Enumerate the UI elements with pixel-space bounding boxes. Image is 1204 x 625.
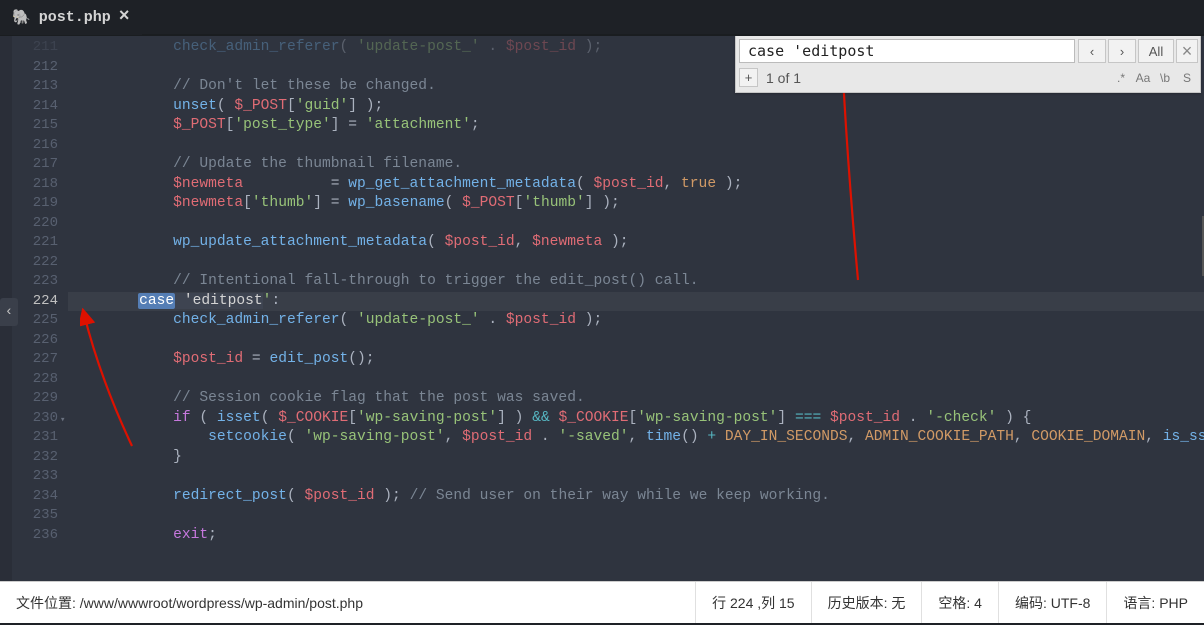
tab-label: post.php <box>39 9 111 26</box>
status-lang-label: 语言: <box>1123 593 1155 613</box>
status-path-value: /www/wwwroot/wordpress/wp-admin/post.php <box>80 595 363 611</box>
find-opt-regex[interactable]: .* <box>1111 71 1131 85</box>
tab-post-php[interactable]: 🐘 post.php × <box>0 0 142 35</box>
status-history[interactable]: 历史版本: 无 <box>812 582 923 623</box>
tab-bar: 🐘 post.php × <box>0 0 1204 36</box>
find-opt-sel[interactable]: S <box>1177 71 1197 85</box>
find-input[interactable] <box>739 39 1075 63</box>
status-rowcol[interactable]: 行 224 ,列 15 <box>696 582 812 623</box>
status-encoding[interactable]: 编码: UTF-8 <box>999 582 1107 623</box>
find-all-button[interactable]: All <box>1138 39 1174 63</box>
editor: ‹ › All × + 1 of 1 .* Aa \b S ‹ 21121221… <box>0 36 1204 581</box>
status-history-label: 历史版本: <box>828 593 888 613</box>
status-spaces-value: 4 <box>974 595 982 611</box>
find-panel: ‹ › All × + 1 of 1 .* Aa \b S <box>735 36 1201 93</box>
find-opt-case[interactable]: Aa <box>1133 71 1153 85</box>
status-lang[interactable]: 语言: PHP <box>1107 582 1204 623</box>
find-next-button[interactable]: › <box>1108 39 1136 63</box>
status-spaces-label: 空格: <box>938 593 970 613</box>
line-gutter: 2112122132142152162172182192202212222232… <box>12 36 68 581</box>
sidebar-toggle[interactable]: ‹ <box>0 298 18 326</box>
status-path[interactable]: 文件位置: /www/wwwroot/wordpress/wp-admin/po… <box>0 582 696 623</box>
status-encoding-label: 编码: <box>1015 593 1047 613</box>
status-lang-value: PHP <box>1159 595 1188 611</box>
find-opt-word[interactable]: \b <box>1155 71 1175 85</box>
status-path-label: 文件位置: <box>16 593 76 613</box>
find-close-button[interactable]: × <box>1176 39 1198 63</box>
status-history-value: 无 <box>891 593 905 613</box>
find-add-button[interactable]: + <box>739 68 758 87</box>
status-encoding-value: UTF-8 <box>1051 595 1091 611</box>
php-icon: 🐘 <box>12 8 31 27</box>
fold-marker[interactable]: ▾ <box>60 415 65 425</box>
status-spaces[interactable]: 空格: 4 <box>922 582 999 623</box>
code-area[interactable]: check_admin_referer( 'update-post_' . $p… <box>68 36 1204 581</box>
statusbar: 文件位置: /www/wwwroot/wordpress/wp-admin/po… <box>0 581 1204 623</box>
find-prev-button[interactable]: ‹ <box>1078 39 1106 63</box>
close-icon[interactable]: × <box>119 8 130 26</box>
find-count: 1 of 1 <box>766 70 1111 86</box>
